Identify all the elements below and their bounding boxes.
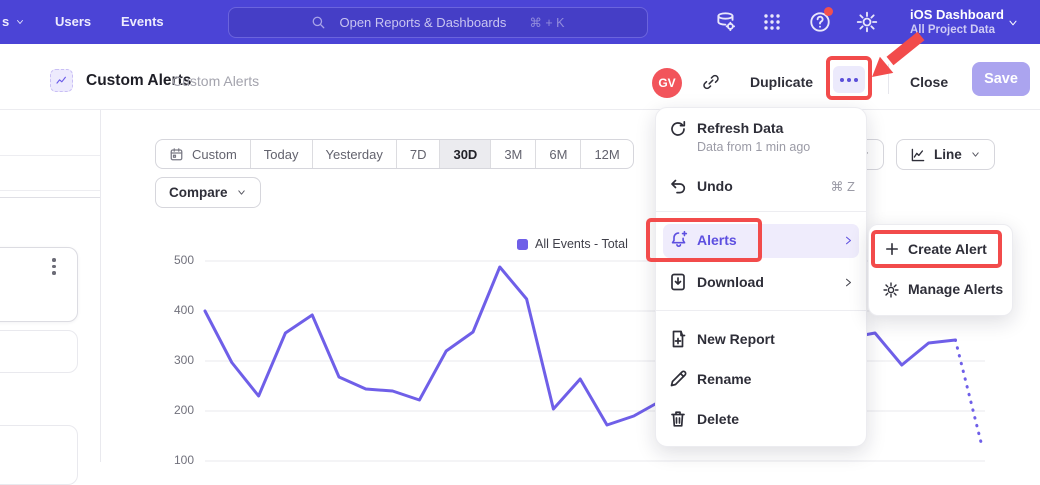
avatar[interactable]: GV — [652, 68, 682, 98]
chevron-right-icon — [842, 276, 855, 289]
menu-item-undo[interactable]: Undo — [697, 178, 733, 194]
annotation-box-more-button — [826, 56, 872, 100]
sidebar-row-divider — [0, 155, 100, 156]
download-icon — [668, 272, 688, 292]
y-tick-label: 500 — [150, 253, 194, 267]
query-builder-card[interactable] — [0, 330, 78, 373]
range-yesterday[interactable]: Yesterday — [312, 140, 396, 168]
y-tick-label: 100 — [150, 453, 194, 467]
menu-item-new-report[interactable]: New Report — [697, 331, 775, 347]
menu-item-rename[interactable]: Rename — [697, 371, 751, 387]
menu-item-refresh-data[interactable]: Refresh Data — [697, 120, 783, 136]
nav-item-events[interactable]: Events — [121, 14, 164, 29]
nav-item-cutoff-label: s — [2, 14, 9, 29]
breadcrumb: Custom Alerts — [172, 73, 259, 89]
query-builder-card[interactable] — [0, 425, 78, 485]
apps-grid-icon[interactable] — [761, 11, 783, 38]
project-scope: All Project Data — [910, 23, 1004, 37]
calendar-icon — [169, 147, 184, 162]
annotation-box-alerts — [646, 218, 762, 262]
menu-item-delete[interactable]: Delete — [697, 411, 739, 427]
search-input[interactable]: Open Reports & Dashboards ⌘ + K — [228, 7, 648, 38]
range-30d-selected[interactable]: 30D — [439, 140, 490, 168]
range-12m[interactable]: 12M — [580, 140, 632, 168]
undo-shortcut: ⌘ Z — [815, 179, 855, 195]
y-tick-label: 300 — [150, 353, 194, 367]
range-today[interactable]: Today — [250, 140, 312, 168]
chevron-down-icon — [970, 149, 981, 160]
header-divider — [888, 64, 889, 94]
refresh-icon — [668, 119, 688, 139]
search-icon — [311, 15, 326, 30]
menu-divider — [656, 211, 866, 212]
range-6m[interactable]: 6M — [535, 140, 580, 168]
line-chart-icon — [910, 147, 926, 163]
submenu-item-manage-alerts[interactable]: Manage Alerts — [908, 281, 1003, 297]
project-name: iOS Dashboard — [910, 6, 1004, 23]
annotation-box-create-alert — [871, 230, 1002, 268]
legend-swatch — [517, 239, 528, 250]
legend-label: All Events - Total — [535, 237, 628, 251]
close-button[interactable]: Close — [910, 74, 948, 90]
project-switcher[interactable]: iOS Dashboard All Project Data — [910, 6, 1004, 37]
manage-alerts-gear-icon — [882, 281, 900, 299]
notification-dot — [824, 7, 833, 16]
compare-button[interactable]: Compare — [155, 177, 261, 208]
range-custom[interactable]: Custom — [156, 140, 250, 168]
sidebar-row-divider — [0, 190, 100, 191]
chevron-down-icon — [236, 187, 247, 198]
query-builder-card[interactable] — [0, 247, 78, 322]
delete-trash-icon — [668, 409, 688, 429]
nav-item-cutoff[interactable]: s — [2, 14, 25, 29]
y-tick-label: 400 — [150, 303, 194, 317]
kebab-menu-icon[interactable] — [52, 258, 56, 275]
menu-item-download[interactable]: Download — [697, 274, 764, 290]
menu-divider — [656, 310, 866, 311]
range-7d[interactable]: 7D — [396, 140, 440, 168]
nav-item-users[interactable]: Users — [55, 14, 91, 29]
chart-legend[interactable]: All Events - Total — [517, 237, 628, 251]
chevron-down-icon — [15, 17, 25, 27]
duplicate-button[interactable]: Duplicate — [750, 74, 813, 90]
y-tick-label: 200 — [150, 403, 194, 417]
chart-type-button[interactable]: Line — [896, 139, 995, 170]
sidebar-section-divider — [0, 197, 100, 198]
new-report-icon — [668, 329, 688, 349]
data-management-icon[interactable] — [714, 10, 738, 34]
settings-gear-icon[interactable] — [855, 10, 879, 34]
search-shortcut: ⌘ + K — [529, 15, 564, 30]
save-button[interactable]: Save — [972, 62, 1030, 96]
rename-pencil-icon — [668, 369, 688, 389]
chevron-right-icon — [842, 234, 855, 247]
search-placeholder: Open Reports & Dashboards — [339, 15, 506, 30]
date-range-selector: Custom Today Yesterday 7D 30D 3M 6M 12M — [155, 139, 634, 169]
range-3m[interactable]: 3M — [490, 140, 535, 168]
undo-icon — [668, 176, 688, 196]
report-type-icon — [50, 69, 73, 92]
share-link-icon[interactable] — [702, 73, 720, 91]
refresh-data-subtitle: Data from 1 min ago — [697, 140, 810, 154]
project-chevron-down-icon[interactable] — [1006, 17, 1020, 29]
